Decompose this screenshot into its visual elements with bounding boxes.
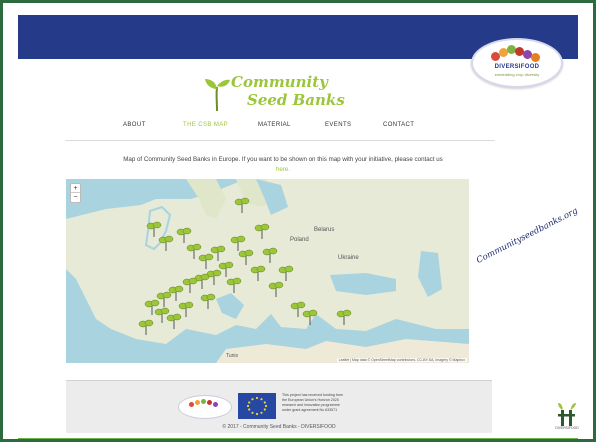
slide-frame: DIVERSIFOOD embedding crop diversity Com… (0, 0, 596, 442)
sprout-marker-icon (154, 307, 170, 323)
nav-item-about[interactable]: ABOUT (123, 122, 146, 128)
sprout-marker-icon (230, 235, 246, 251)
sprout-marker-icon (138, 319, 154, 335)
sprout-marker-icon (210, 245, 226, 261)
footer-copyright: © 2017 - Community Seed Banks - DIVERSIF… (222, 424, 336, 430)
sprout-marker-icon (186, 243, 202, 259)
site-logo[interactable]: Community Seed Banks (203, 71, 353, 117)
sprout-marker-icon (198, 253, 214, 269)
sprout-marker-icon (302, 309, 318, 325)
eu-funding-text: This project has received funding from t… (282, 393, 343, 412)
zoom-out-button[interactable]: − (71, 193, 80, 202)
sprout-marker-icon (268, 281, 284, 297)
sprout-marker-icon (278, 265, 294, 281)
sprout-marker-icon (158, 235, 174, 251)
side-url-caption: Communityseedbanks.org (475, 206, 580, 266)
sprout-marker-icon (336, 309, 352, 325)
nav-item-csb-map[interactable]: THE CSB MAP (183, 122, 228, 128)
sprout-marker-icon (156, 291, 172, 307)
vegetable-basket-icon (491, 45, 543, 63)
sprout-marker-icon (226, 277, 242, 293)
vegetable-basket-icon (189, 399, 221, 407)
sprout-marker-icon (254, 223, 270, 239)
sprout-marker-icon (176, 227, 192, 243)
footer-diversifood-logo[interactable] (178, 395, 232, 419)
sprout-marker-icon (218, 261, 234, 277)
contact-here-link[interactable]: here. (276, 166, 290, 173)
sprout-marker-icon (166, 313, 182, 329)
sprout-marker-icon (146, 221, 162, 237)
map-zoom-control: + − (70, 183, 81, 203)
nav-item-events[interactable]: EVENTS (325, 122, 351, 128)
sprout-marker-icon (234, 197, 250, 213)
sprout-icon (205, 79, 230, 112)
sprout-marker-icon (262, 247, 278, 263)
sprout-marker-icon (182, 277, 198, 293)
site-footer: This project has received funding from t… (66, 381, 492, 433)
partner-logo-name: DIVERSIFOOD (494, 64, 540, 70)
map-attribution[interactable]: Leaflet | Map data © OpenStreetMap contr… (336, 358, 467, 362)
map-intro-text: Map of Community Seed Banks in Europe. I… (123, 156, 443, 163)
corner-logo: DIVERSIFOOD (555, 402, 579, 432)
sprout-marker-icon (238, 249, 254, 265)
nav-item-contact[interactable]: CONTACT (383, 122, 414, 128)
seed-bank-markers (138, 197, 352, 335)
bottom-accent-strip (18, 438, 578, 439)
nav-item-material[interactable]: MATERIAL (258, 122, 291, 128)
sprout-marker-icon (200, 293, 216, 309)
zoom-in-button[interactable]: + (71, 184, 80, 193)
seedling-logo-icon (558, 403, 576, 426)
map-intro: Map of Community Seed Banks in Europe. I… (123, 155, 443, 175)
eu-flag-icon (238, 393, 276, 419)
sprout-marker-icon (168, 285, 184, 301)
sprout-marker-icon (178, 301, 194, 317)
sprout-marker-icon (250, 265, 266, 281)
site-logo-line2: Seed Banks (247, 91, 345, 109)
partner-logo-tagline: embedding crop diversity (494, 72, 540, 77)
site-logo-line1: Community (231, 73, 328, 91)
seed-bank-map[interactable]: Belarus Poland Ukraine Tunis + − Leaflet… (66, 179, 469, 363)
corner-logo-caption: DIVERSIFOOD (555, 426, 579, 430)
main-nav: ABOUT THE CSB MAP MATERIAL EVENTS CONTAC… (103, 122, 443, 136)
nav-divider (65, 140, 495, 141)
diversifood-logo[interactable]: DIVERSIFOOD embedding crop diversity (471, 38, 563, 88)
